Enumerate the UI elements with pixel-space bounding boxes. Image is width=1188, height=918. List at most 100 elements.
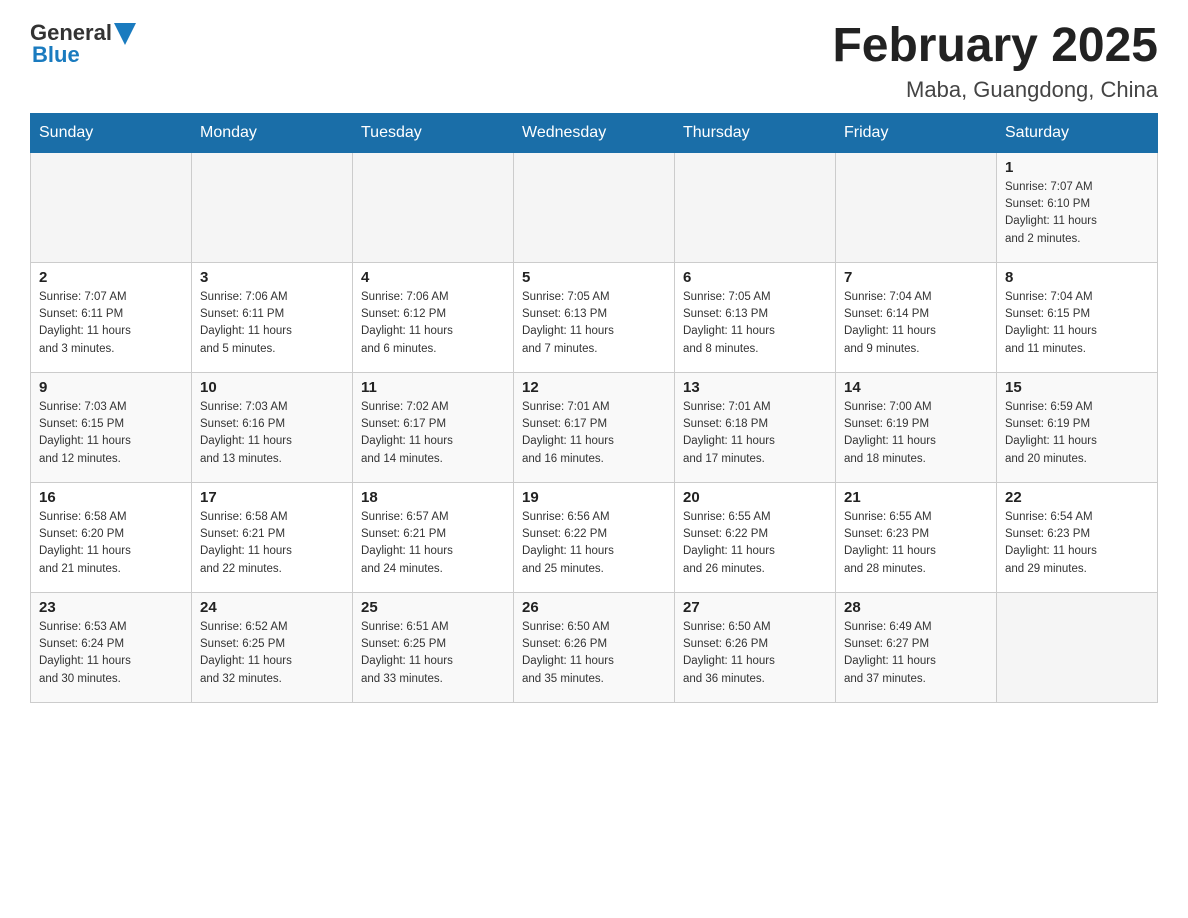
- day-info: Sunrise: 6:51 AM Sunset: 6:25 PM Dayligh…: [361, 619, 505, 688]
- calendar-cell: 22 Sunrise: 6:54 AM Sunset: 6:23 PM Dayli…: [997, 482, 1158, 592]
- calendar-cell: [836, 152, 997, 262]
- calendar-week-row: 16 Sunrise: 6:58 AM Sunset: 6:20 PM Dayli…: [31, 482, 1158, 592]
- calendar-cell: [997, 592, 1158, 702]
- day-number: 6: [683, 269, 827, 286]
- calendar-cell: 2 Sunrise: 7:07 AM Sunset: 6:11 PM Daylig…: [31, 262, 192, 372]
- day-info: Sunrise: 6:53 AM Sunset: 6:24 PM Dayligh…: [39, 619, 183, 688]
- calendar-week-row: 9 Sunrise: 7:03 AM Sunset: 6:15 PM Daylig…: [31, 372, 1158, 482]
- day-number: 2: [39, 269, 183, 286]
- day-number: 23: [39, 599, 183, 616]
- column-header-wednesday: Wednesday: [514, 113, 675, 152]
- day-number: 26: [522, 599, 666, 616]
- day-info: Sunrise: 7:06 AM Sunset: 6:12 PM Dayligh…: [361, 289, 505, 358]
- calendar-cell: 16 Sunrise: 6:58 AM Sunset: 6:20 PM Dayli…: [31, 482, 192, 592]
- day-number: 10: [200, 379, 344, 396]
- calendar-subtitle: Maba, Guangdong, China: [832, 77, 1158, 103]
- day-info: Sunrise: 6:55 AM Sunset: 6:22 PM Dayligh…: [683, 509, 827, 578]
- day-info: Sunrise: 6:59 AM Sunset: 6:19 PM Dayligh…: [1005, 399, 1149, 468]
- day-info: Sunrise: 6:55 AM Sunset: 6:23 PM Dayligh…: [844, 509, 988, 578]
- logo-blue-text: Blue: [32, 42, 80, 68]
- day-number: 28: [844, 599, 988, 616]
- column-header-friday: Friday: [836, 113, 997, 152]
- day-number: 8: [1005, 269, 1149, 286]
- day-number: 18: [361, 489, 505, 506]
- calendar-cell: 6Sunrise: 7:05 AM Sunset: 6:13 PM Daylig…: [675, 262, 836, 372]
- calendar-cell: [675, 152, 836, 262]
- day-number: 24: [200, 599, 344, 616]
- day-info: Sunrise: 6:56 AM Sunset: 6:22 PM Dayligh…: [522, 509, 666, 578]
- day-number: 19: [522, 489, 666, 506]
- day-number: 4: [361, 269, 505, 286]
- calendar-cell: 12 Sunrise: 7:01 AM Sunset: 6:17 PM Dayli…: [514, 372, 675, 482]
- calendar-cell: 3 Sunrise: 7:06 AM Sunset: 6:11 PM Daylig…: [192, 262, 353, 372]
- day-number: 27: [683, 599, 827, 616]
- column-header-tuesday: Tuesday: [353, 113, 514, 152]
- day-number: 1: [1005, 159, 1149, 176]
- day-info: Sunrise: 6:58 AM Sunset: 6:21 PM Dayligh…: [200, 509, 344, 578]
- day-info: Sunrise: 6:50 AM Sunset: 6:26 PM Dayligh…: [683, 619, 827, 688]
- day-info: Sunrise: 7:05 AM Sunset: 6:13 PM Dayligh…: [522, 289, 666, 358]
- calendar-cell: 25 Sunrise: 6:51 AM Sunset: 6:25 PM Dayli…: [353, 592, 514, 702]
- column-header-sunday: Sunday: [31, 113, 192, 152]
- calendar-cell: 23 Sunrise: 6:53 AM Sunset: 6:24 PM Dayli…: [31, 592, 192, 702]
- day-info: Sunrise: 6:52 AM Sunset: 6:25 PM Dayligh…: [200, 619, 344, 688]
- day-info: Sunrise: 7:00 AM Sunset: 6:19 PM Dayligh…: [844, 399, 988, 468]
- day-number: 22: [1005, 489, 1149, 506]
- calendar-cell: 4 Sunrise: 7:06 AM Sunset: 6:12 PM Daylig…: [353, 262, 514, 372]
- calendar-cell: 11Sunrise: 7:02 AM Sunset: 6:17 PM Dayli…: [353, 372, 514, 482]
- calendar-cell: 9 Sunrise: 7:03 AM Sunset: 6:15 PM Daylig…: [31, 372, 192, 482]
- calendar-cell: 19 Sunrise: 6:56 AM Sunset: 6:22 PM Dayli…: [514, 482, 675, 592]
- day-number: 15: [1005, 379, 1149, 396]
- day-info: Sunrise: 7:03 AM Sunset: 6:15 PM Dayligh…: [39, 399, 183, 468]
- calendar-cell: 7Sunrise: 7:04 AM Sunset: 6:14 PM Daylig…: [836, 262, 997, 372]
- calendar-header-row: SundayMondayTuesdayWednesdayThursdayFrid…: [31, 113, 1158, 152]
- column-header-saturday: Saturday: [997, 113, 1158, 152]
- calendar-cell: 1Sunrise: 7:07 AM Sunset: 6:10 PM Daylig…: [997, 152, 1158, 262]
- calendar-week-row: 1Sunrise: 7:07 AM Sunset: 6:10 PM Daylig…: [31, 152, 1158, 262]
- day-info: Sunrise: 6:49 AM Sunset: 6:27 PM Dayligh…: [844, 619, 988, 688]
- calendar-cell: [514, 152, 675, 262]
- logo-arrow-icon: [114, 23, 136, 45]
- calendar-cell: 17Sunrise: 6:58 AM Sunset: 6:21 PM Dayli…: [192, 482, 353, 592]
- calendar-week-row: 23 Sunrise: 6:53 AM Sunset: 6:24 PM Dayli…: [31, 592, 1158, 702]
- day-info: Sunrise: 7:07 AM Sunset: 6:11 PM Dayligh…: [39, 289, 183, 358]
- day-number: 7: [844, 269, 988, 286]
- calendar-cell: 14 Sunrise: 7:00 AM Sunset: 6:19 PM Dayli…: [836, 372, 997, 482]
- day-info: Sunrise: 7:04 AM Sunset: 6:15 PM Dayligh…: [1005, 289, 1149, 358]
- day-info: Sunrise: 6:58 AM Sunset: 6:20 PM Dayligh…: [39, 509, 183, 578]
- calendar-cell: 13Sunrise: 7:01 AM Sunset: 6:18 PM Dayli…: [675, 372, 836, 482]
- day-info: Sunrise: 7:02 AM Sunset: 6:17 PM Dayligh…: [361, 399, 505, 468]
- calendar-cell: 28 Sunrise: 6:49 AM Sunset: 6:27 PM Dayli…: [836, 592, 997, 702]
- calendar-cell: 24 Sunrise: 6:52 AM Sunset: 6:25 PM Dayli…: [192, 592, 353, 702]
- calendar-cell: [353, 152, 514, 262]
- day-info: Sunrise: 6:57 AM Sunset: 6:21 PM Dayligh…: [361, 509, 505, 578]
- day-info: Sunrise: 7:01 AM Sunset: 6:18 PM Dayligh…: [683, 399, 827, 468]
- calendar-cell: 26 Sunrise: 6:50 AM Sunset: 6:26 PM Dayli…: [514, 592, 675, 702]
- calendar-cell: 20 Sunrise: 6:55 AM Sunset: 6:22 PM Dayli…: [675, 482, 836, 592]
- day-number: 25: [361, 599, 505, 616]
- title-block: February 2025 Maba, Guangdong, China: [832, 20, 1158, 103]
- day-info: Sunrise: 7:01 AM Sunset: 6:17 PM Dayligh…: [522, 399, 666, 468]
- day-number: 3: [200, 269, 344, 286]
- calendar-cell: 10 Sunrise: 7:03 AM Sunset: 6:16 PM Dayli…: [192, 372, 353, 482]
- calendar-cell: 15 Sunrise: 6:59 AM Sunset: 6:19 PM Dayli…: [997, 372, 1158, 482]
- day-info: Sunrise: 6:54 AM Sunset: 6:23 PM Dayligh…: [1005, 509, 1149, 578]
- day-number: 5: [522, 269, 666, 286]
- calendar-cell: 8 Sunrise: 7:04 AM Sunset: 6:15 PM Daylig…: [997, 262, 1158, 372]
- logo: General Blue: [30, 20, 136, 68]
- calendar-week-row: 2 Sunrise: 7:07 AM Sunset: 6:11 PM Daylig…: [31, 262, 1158, 372]
- column-header-monday: Monday: [192, 113, 353, 152]
- calendar-cell: 21 Sunrise: 6:55 AM Sunset: 6:23 PM Dayli…: [836, 482, 997, 592]
- column-header-thursday: Thursday: [675, 113, 836, 152]
- day-info: Sunrise: 7:06 AM Sunset: 6:11 PM Dayligh…: [200, 289, 344, 358]
- calendar-cell: 27 Sunrise: 6:50 AM Sunset: 6:26 PM Dayli…: [675, 592, 836, 702]
- day-number: 12: [522, 379, 666, 396]
- day-info: Sunrise: 7:03 AM Sunset: 6:16 PM Dayligh…: [200, 399, 344, 468]
- day-number: 14: [844, 379, 988, 396]
- day-number: 20: [683, 489, 827, 506]
- day-number: 21: [844, 489, 988, 506]
- calendar-title: February 2025: [832, 20, 1158, 73]
- day-number: 16: [39, 489, 183, 506]
- day-info: Sunrise: 6:50 AM Sunset: 6:26 PM Dayligh…: [522, 619, 666, 688]
- day-number: 9: [39, 379, 183, 396]
